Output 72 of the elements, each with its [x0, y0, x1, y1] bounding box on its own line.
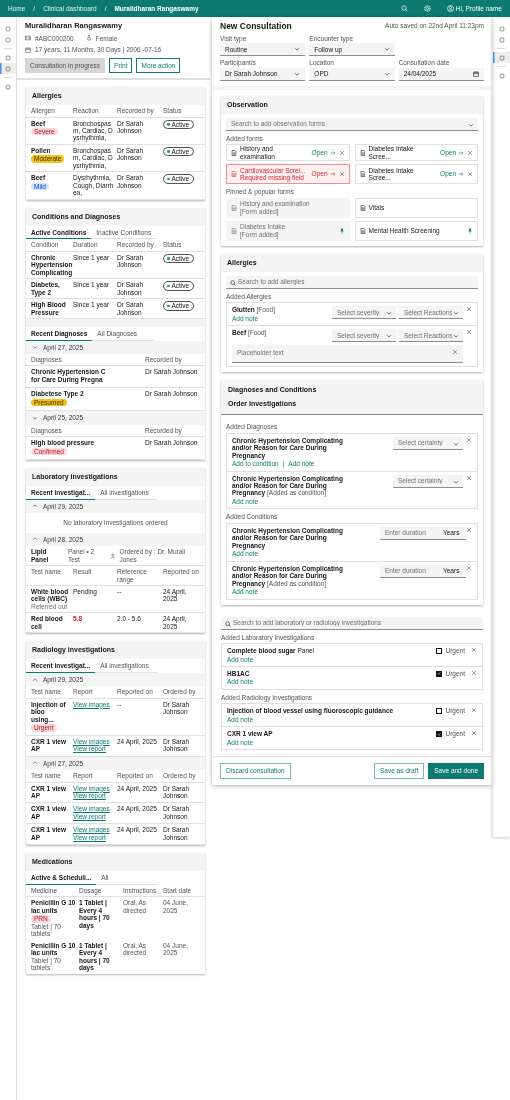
document-icon — [231, 171, 237, 178]
urgent-checkbox[interactable] — [436, 708, 443, 715]
close-icon — [466, 436, 472, 443]
chevron-down-icon — [453, 310, 459, 317]
close-button[interactable] — [466, 306, 472, 313]
user-icon — [446, 5, 454, 12]
close-icon — [466, 564, 472, 571]
close-button[interactable] — [338, 149, 345, 156]
chevron-down-icon — [294, 70, 301, 77]
close-icon — [466, 526, 472, 533]
arrow-right-icon — [329, 171, 336, 178]
arrow-right-icon — [329, 149, 336, 156]
close-icon — [467, 171, 473, 178]
close-button[interactable] — [466, 526, 472, 533]
pin-icon[interactable] — [467, 227, 473, 234]
pin-icon[interactable] — [338, 227, 345, 234]
close-icon — [471, 647, 477, 654]
document-icon — [359, 227, 366, 234]
document-icon — [359, 204, 366, 211]
urgent-checkbox[interactable] — [436, 670, 443, 677]
rail-button[interactable] — [493, 52, 510, 63]
close-icon — [338, 149, 345, 156]
close-icon — [466, 306, 472, 313]
arrow-right-icon — [458, 171, 464, 178]
close-icon — [467, 149, 473, 156]
close-button[interactable] — [466, 436, 472, 443]
document-icon — [231, 149, 237, 156]
gender-icon — [85, 35, 92, 42]
urgent-checkbox[interactable] — [436, 647, 443, 654]
close-button[interactable] — [466, 564, 472, 571]
close-icon — [338, 171, 345, 178]
close-button[interactable] — [467, 171, 473, 178]
urgent-checkbox[interactable] — [436, 731, 443, 738]
chevron-down-icon — [383, 46, 390, 53]
close-icon — [471, 707, 477, 714]
document-icon — [231, 227, 237, 234]
close-button[interactable] — [471, 730, 477, 737]
document-icon — [359, 149, 366, 156]
chevron-down-icon — [468, 121, 474, 128]
close-icon — [466, 329, 472, 336]
search-icon — [230, 279, 236, 286]
consultation-title: New Consultation — [220, 22, 292, 32]
person-icon — [109, 552, 116, 559]
close-button[interactable] — [471, 707, 477, 714]
rail-button[interactable] — [0, 63, 16, 74]
close-icon — [471, 670, 477, 676]
close-button[interactable] — [452, 349, 458, 356]
id-card-icon — [25, 35, 31, 42]
close-icon — [452, 349, 458, 356]
chevron-down-icon — [383, 70, 390, 77]
close-button[interactable] — [338, 171, 345, 178]
search-icon[interactable] — [400, 5, 408, 12]
close-icon — [471, 730, 477, 737]
calendar-icon — [25, 46, 31, 53]
chevron-down-icon — [453, 440, 459, 447]
settings-icon[interactable] — [423, 5, 431, 12]
calendar-icon — [473, 70, 479, 77]
close-button[interactable] — [471, 670, 477, 676]
document-icon — [231, 204, 237, 211]
chevron-down-icon — [453, 478, 459, 485]
document-icon — [359, 171, 366, 178]
close-button[interactable] — [467, 149, 473, 156]
close-icon — [466, 474, 472, 481]
close-button[interactable] — [466, 329, 472, 336]
chevron-down-icon — [386, 333, 392, 340]
arrow-right-icon — [458, 149, 464, 156]
chevron-down-icon — [294, 46, 301, 53]
close-button[interactable] — [466, 474, 472, 481]
close-button[interactable] — [471, 647, 477, 654]
search-icon — [225, 620, 231, 627]
chevron-down-icon — [386, 310, 392, 317]
chevron-down-icon — [453, 333, 459, 340]
